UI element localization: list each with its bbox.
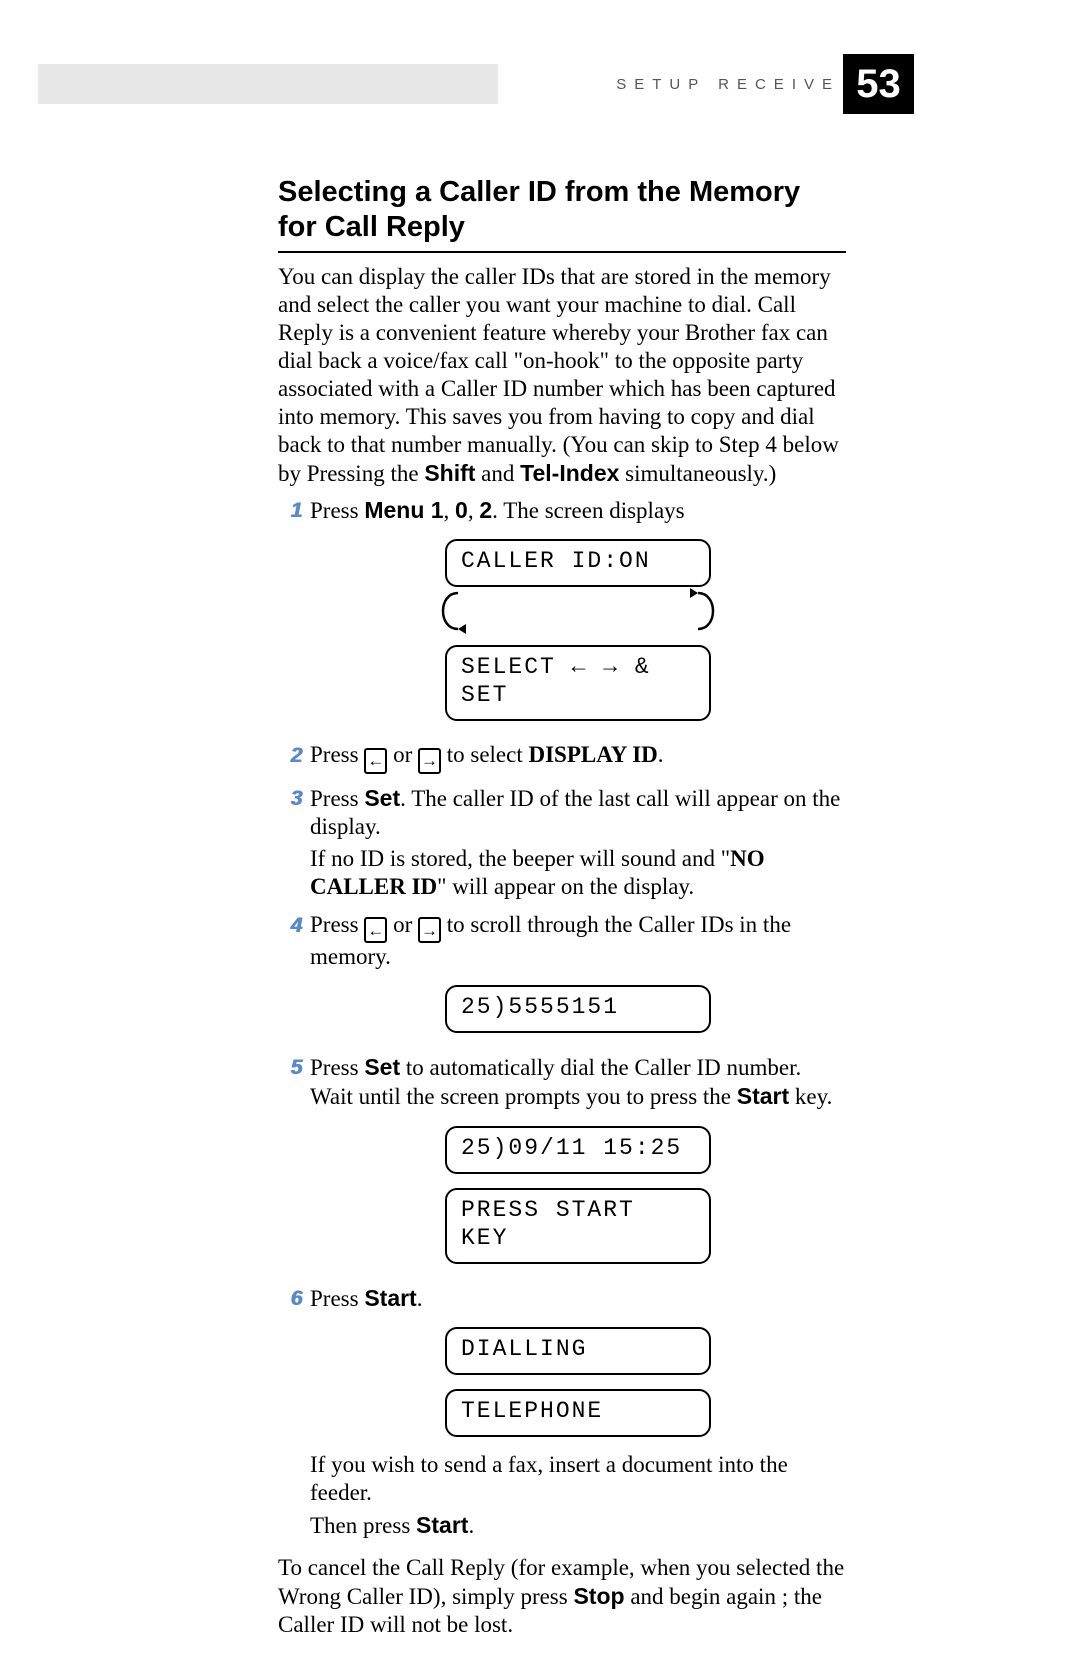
step-number: 4 [278,913,302,939]
page: SETUP RECEIVE 53 Selecting a Caller ID f… [0,0,1080,1526]
step6-text: Press Start. [310,1284,846,1313]
display-id-label: DISPLAY ID [528,742,657,767]
step-body: Press ← or → to select DISPLAY ID. [310,741,846,778]
trailing-paragraph: To cancel the Call Reply (for example, w… [278,1554,846,1639]
lcd-display: 25)5555151 [445,985,711,1033]
lcd-group: 25)09/11 15:25 PRESS START KEY [310,1126,846,1264]
shift-key-label: Shift [424,460,475,486]
intro-paragraph: You can display the caller IDs that are … [278,263,846,488]
t: key. [789,1084,832,1109]
t: . The screen displays [492,498,684,523]
telindex-key-label: Tel-Index [520,460,619,486]
t: Press [310,912,364,937]
step3-text-line2: If no ID is stored, the beeper will soun… [310,845,846,901]
t: " will appear on the display. [437,874,694,899]
start-key: Start [416,1512,468,1538]
step-6: 6 Press Start. DIALLING TELEPHONE If you… [278,1284,846,1544]
step-body: Press Start. DIALLING TELEPHONE If you w… [310,1284,846,1544]
t: or [387,912,418,937]
page-number: 53 [843,54,914,114]
step-number: 3 [278,786,302,812]
step-3: 3 Press Set. The caller ID of the last c… [278,784,846,905]
lcd-display: CALLER ID:ON [445,539,711,587]
t: Press [310,742,364,767]
lcd-group: 25)5555151 [310,985,846,1033]
menu-key: Menu 1 [364,497,443,523]
t: to select [441,742,529,767]
step-number: 5 [278,1055,302,1081]
start-key: Start [737,1083,789,1109]
lcd-display: TELEPHONE [445,1389,711,1437]
lcd-display: PRESS START KEY [445,1188,711,1264]
step6-followup-1: If you wish to send a fax, insert a docu… [310,1451,846,1507]
step5-text: Press Set to automatically dial the Call… [310,1053,846,1111]
left-arrow-key-icon: ← [364,917,387,943]
step-body: Press Set. The caller ID of the last cal… [310,784,846,905]
start-key: Start [364,1285,416,1311]
step-body: Press Menu 1, 0, 2. The screen displays … [310,496,846,735]
step3-text-line1: Press Set. The caller ID of the last cal… [310,784,846,841]
intro-text-post: simultaneously.) [619,461,776,486]
step1-text: Press Menu 1, 0, 2. The screen displays [310,496,846,525]
header-gray-block [38,64,498,104]
header-section-label: SETUP RECEIVE [616,64,840,104]
step2-text: Press ← or → to select DISPLAY ID. [310,741,846,774]
t: Press [310,498,364,523]
digit-0: 0 [455,497,468,523]
step4-text: Press ← or → to scroll through the Calle… [310,911,846,972]
step-4: 4 Press ← or → to scroll through the Cal… [278,911,846,1048]
digit-2: 2 [479,497,492,523]
stop-key: Stop [573,1583,624,1609]
t: Press [310,786,364,811]
t: or [387,742,418,767]
step-number: 2 [278,743,302,769]
step-body: Press ← or → to scroll through the Calle… [310,911,846,1048]
step-2: 2 Press ← or → to select DISPLAY ID. [278,741,846,778]
t: Press [310,1286,364,1311]
t: If no ID is stored, the beeper will soun… [310,846,730,871]
t: Then press [310,1513,416,1538]
lcd-display: 25)09/11 15:25 [445,1126,711,1174]
content: Selecting a Caller ID from the Memory fo… [278,175,846,1662]
lcd-cycle-arrows [428,601,728,631]
intro-text-pre: You can display the caller IDs that are … [278,264,839,486]
header-bar: SETUP RECEIVE [38,64,915,104]
step6-followup-2: Then press Start. [310,1511,846,1540]
t: Press [310,1055,364,1080]
intro-text-mid1: and [475,461,520,486]
step-body: Press Set to automatically dial the Call… [310,1053,846,1277]
set-key: Set [364,785,400,811]
step-number: 6 [278,1286,302,1312]
step-number: 1 [278,498,302,524]
cycle-arrows-icon [428,583,728,639]
t: . [468,1513,474,1538]
lcd-display: SELECT ← → & SET [445,645,711,721]
lcd-group: DIALLING TELEPHONE [310,1327,846,1437]
right-arrow-key-icon: → [418,748,441,774]
left-arrow-key-icon: ← [364,748,387,774]
right-arrow-key-icon: → [418,917,441,943]
set-key: Set [364,1054,400,1080]
lcd-display: DIALLING [445,1327,711,1375]
t: . [658,742,664,767]
t: , [444,498,456,523]
lcd-group: CALLER ID:ON SELECT ← → & SET [310,539,846,721]
t: , [468,498,480,523]
step-5: 5 Press Set to automatically dial the Ca… [278,1053,846,1277]
section-title: Selecting a Caller ID from the Memory fo… [278,175,846,253]
step-1: 1 Press Menu 1, 0, 2. The screen display… [278,496,846,735]
t: . [417,1286,423,1311]
